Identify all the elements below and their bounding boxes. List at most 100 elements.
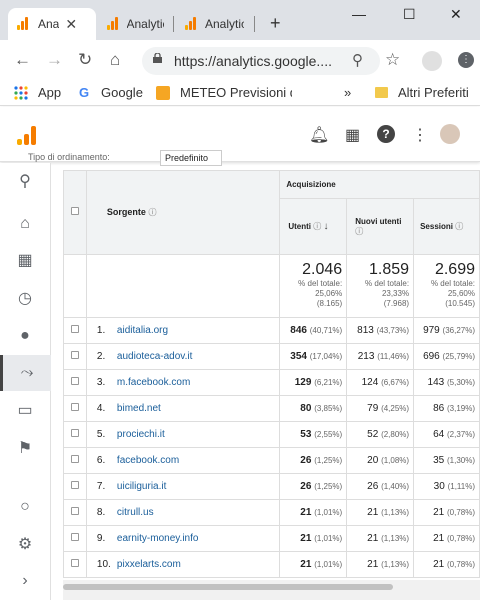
realtime-clock-icon[interactable]: ◷ [14, 288, 36, 310]
source-cell: 9. earnity-money.info [85, 525, 281, 552]
row-checkbox[interactable] [70, 533, 79, 541]
sessions-cell: 21 (0,78%) [413, 525, 480, 552]
new-tab-button[interactable]: + [270, 13, 281, 34]
select-all-checkbox[interactable] [70, 207, 79, 215]
search-icon[interactable]: ⚲ [352, 51, 363, 71]
sessions-header[interactable]: Sessioni ⓘ [413, 198, 480, 255]
row-checkbox[interactable] [70, 377, 79, 385]
apps-icon[interactable]: ▦ [345, 125, 360, 145]
bookmarks-overflow-icon[interactable]: » [344, 85, 351, 100]
bookmark-other[interactable]: Altri Preferiti [398, 85, 469, 100]
help-circle-icon[interactable]: ⓘ [148, 208, 156, 217]
new-users-value: 21 [367, 533, 379, 544]
tab-analytics-2[interactable]: Analytic [98, 8, 172, 40]
source-cell: 6. facebook.com [85, 447, 281, 474]
new-users-value: 26 [367, 481, 379, 492]
reload-icon[interactable]: ↻ [78, 50, 92, 70]
row-checkbox[interactable] [70, 325, 79, 333]
new-users-value: 813 [357, 325, 374, 336]
source-link[interactable]: citrull.us [117, 507, 154, 518]
help-circle-icon[interactable]: ⓘ [313, 222, 321, 231]
new-users-percent: (1,08%) [381, 456, 410, 465]
row-checkbox[interactable] [70, 403, 79, 411]
total-users-pct-label: % del totale: [298, 279, 343, 288]
source-link[interactable]: aiditalia.org [117, 325, 168, 336]
acquisition-group-header: Acquisizione [279, 170, 480, 199]
row-select-cell [63, 343, 87, 370]
forward-icon[interactable]: → [46, 50, 63, 70]
row-checkbox[interactable] [70, 559, 79, 567]
users-header[interactable]: Utenti ⓘ ↓ [279, 198, 348, 255]
row-checkbox[interactable] [70, 507, 79, 515]
help-circle-icon[interactable]: ⓘ [455, 222, 463, 231]
apps-grid-icon[interactable] [14, 86, 28, 100]
acquisition-icon[interactable]: ⤳ [0, 355, 51, 391]
users-percent: (3,85%) [314, 404, 343, 413]
users-cell: 80 (3,85%) [279, 395, 348, 422]
new-users-header[interactable]: Nuovi utenti ⓘ [346, 198, 415, 255]
users-percent: (1,01%) [314, 534, 343, 543]
expand-chevron-icon[interactable]: › [14, 570, 36, 592]
users-percent: (17,04%) [309, 352, 343, 361]
source-link[interactable]: facebook.com [117, 455, 179, 466]
tab-analytics-1[interactable]: Ana ✕ [8, 8, 96, 40]
account-avatar[interactable] [440, 124, 460, 144]
admin-gear-icon[interactable]: ⚙ [14, 534, 36, 556]
bookmark-meteo[interactable]: METEO Previsioni del [180, 85, 292, 100]
tab-analytics-3[interactable]: Analytic [176, 8, 252, 40]
row-checkbox[interactable] [70, 481, 79, 489]
new-users-percent: (2,80%) [381, 430, 410, 439]
source-link[interactable]: uiciliguria.it [117, 481, 166, 492]
bookmark-star-icon[interactable]: ☆ [385, 50, 400, 70]
row-checkbox[interactable] [70, 429, 79, 437]
source-link[interactable]: bimed.net [117, 403, 161, 414]
source-link[interactable]: pixxelarts.com [117, 559, 181, 570]
back-icon[interactable]: ← [14, 50, 31, 70]
source-link[interactable]: prociechi.it [117, 429, 165, 440]
notifications-bell-icon[interactable]: 🔔︎ [309, 125, 329, 145]
scrollbar-thumb[interactable] [63, 584, 393, 590]
more-options-icon[interactable]: ⋮ [412, 125, 428, 145]
bookmark-google[interactable]: Google [101, 85, 143, 100]
maximize-icon[interactable]: ☐ [403, 6, 416, 23]
new-users-value: 213 [357, 351, 375, 362]
tab-separator [173, 16, 174, 32]
home-icon[interactable]: ⌂ [110, 50, 120, 70]
bookmark-apps[interactable]: App [38, 85, 61, 100]
sort-desc-icon[interactable]: ↓ [323, 221, 328, 232]
source-link[interactable]: audioteca-adov.it [117, 351, 192, 362]
row-index: 3. [96, 377, 106, 388]
close-window-icon[interactable]: ✕ [450, 6, 462, 23]
users-percent: (40,71%) [309, 326, 343, 335]
help-icon[interactable]: ? [377, 125, 395, 143]
customization-icon[interactable]: ▦ [14, 250, 36, 272]
profile-avatar[interactable] [422, 51, 442, 71]
total-sessions-pct-label: % del totale: [430, 279, 475, 288]
row-index: 4. [96, 403, 106, 414]
source-header-label: Sorgente [106, 207, 146, 217]
folder-icon [375, 87, 388, 98]
home-icon[interactable]: ⌂ [14, 213, 36, 235]
source-header[interactable]: Sorgente ⓘ [85, 170, 281, 255]
audience-person-icon[interactable]: ● [14, 325, 36, 347]
close-tab-icon[interactable]: ✕ [65, 16, 77, 33]
conversions-flag-icon[interactable]: ⚑ [14, 438, 36, 460]
lightbulb-icon[interactable]: ○ [14, 496, 36, 518]
sessions-cell: 979 (36,27%) [413, 317, 480, 344]
new-users-value: 124 [361, 377, 379, 388]
url-text[interactable]: https://analytics.google.... [174, 53, 340, 69]
users-value: 846 [290, 325, 307, 336]
source-link[interactable]: m.facebook.com [117, 377, 190, 388]
minimize-icon[interactable]: — [352, 6, 366, 22]
row-checkbox[interactable] [70, 455, 79, 463]
horizontal-scrollbar[interactable] [63, 580, 480, 600]
behavior-icon[interactable]: ▭ [14, 400, 36, 422]
search-icon[interactable]: ⚲ [14, 171, 36, 193]
sort-type-select[interactable]: Predefinito [160, 150, 222, 166]
row-select-cell [63, 395, 87, 422]
users-cell: 129 (6,21%) [279, 369, 348, 396]
row-checkbox[interactable] [70, 351, 79, 359]
source-link[interactable]: earnity-money.info [117, 533, 199, 544]
chrome-menu-icon[interactable]: ⋮ [458, 52, 474, 68]
help-circle-icon[interactable]: ⓘ [355, 227, 363, 236]
